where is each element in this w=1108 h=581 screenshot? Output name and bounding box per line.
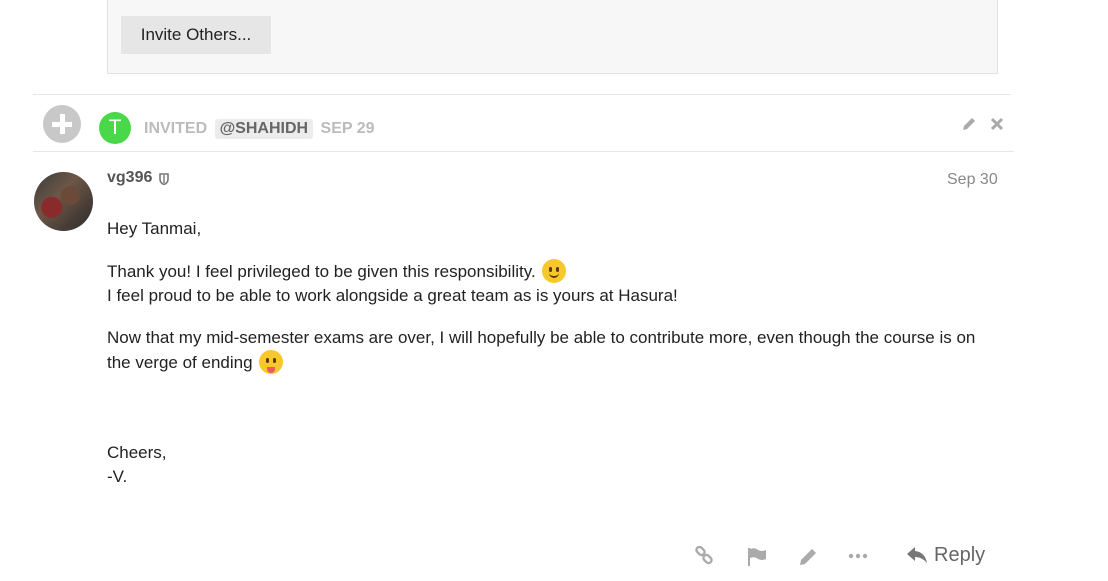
plus-icon — [43, 105, 81, 143]
post-line: I feel proud to be able to work alongsid… — [107, 286, 678, 305]
link-icon[interactable] — [694, 546, 714, 566]
divider — [33, 151, 1014, 152]
close-icon[interactable] — [989, 116, 1005, 132]
shield-icon — [159, 173, 169, 185]
post-line: Now that my mid-semester exams are over,… — [107, 328, 976, 372]
smiley-emoji-icon — [542, 259, 567, 283]
small-action-text: INVITED @SHAHIDH SEP 29 — [144, 119, 375, 139]
invite-others-button[interactable]: Invite Others... — [121, 16, 271, 54]
post-line: -V. — [107, 467, 128, 486]
post-username[interactable]: vg396 — [107, 169, 152, 187]
more-icon[interactable] — [848, 546, 868, 566]
pencil-icon[interactable] — [798, 547, 818, 567]
divider — [33, 94, 1011, 95]
pencil-icon[interactable] — [961, 116, 977, 132]
post-paragraph: Thank you! I feel privileged to be given… — [107, 259, 1000, 308]
reply-icon — [907, 547, 927, 563]
post-paragraph: Now that my mid-semester exams are over,… — [107, 326, 1000, 375]
post-paragraph: Hey Tanmai, — [107, 219, 202, 238]
action-label: INVITED — [144, 120, 208, 137]
action-date: SEP 29 — [320, 120, 375, 137]
post-line: Thank you! I feel privileged to be given… — [107, 262, 536, 281]
post-date[interactable]: Sep 30 — [947, 171, 998, 189]
reply-label: Reply — [934, 544, 986, 566]
user-mention[interactable]: @SHAHIDH — [214, 119, 314, 139]
tongue-emoji-icon — [259, 350, 284, 374]
avatar[interactable]: T — [99, 112, 131, 144]
reply-button[interactable]: Reply — [906, 544, 985, 570]
flag-icon[interactable] — [747, 547, 767, 567]
post-line: Cheers, — [107, 443, 167, 462]
post-paragraph: Cheers, -V. — [107, 441, 1000, 489]
avatar[interactable] — [34, 172, 93, 231]
post-body: Hey Tanmai, Thank you! I feel privileged… — [107, 217, 1000, 489]
small-action-row: T INVITED @SHAHIDH SEP 29 — [0, 100, 1014, 150]
invite-panel: Invite Others... — [107, 0, 998, 74]
